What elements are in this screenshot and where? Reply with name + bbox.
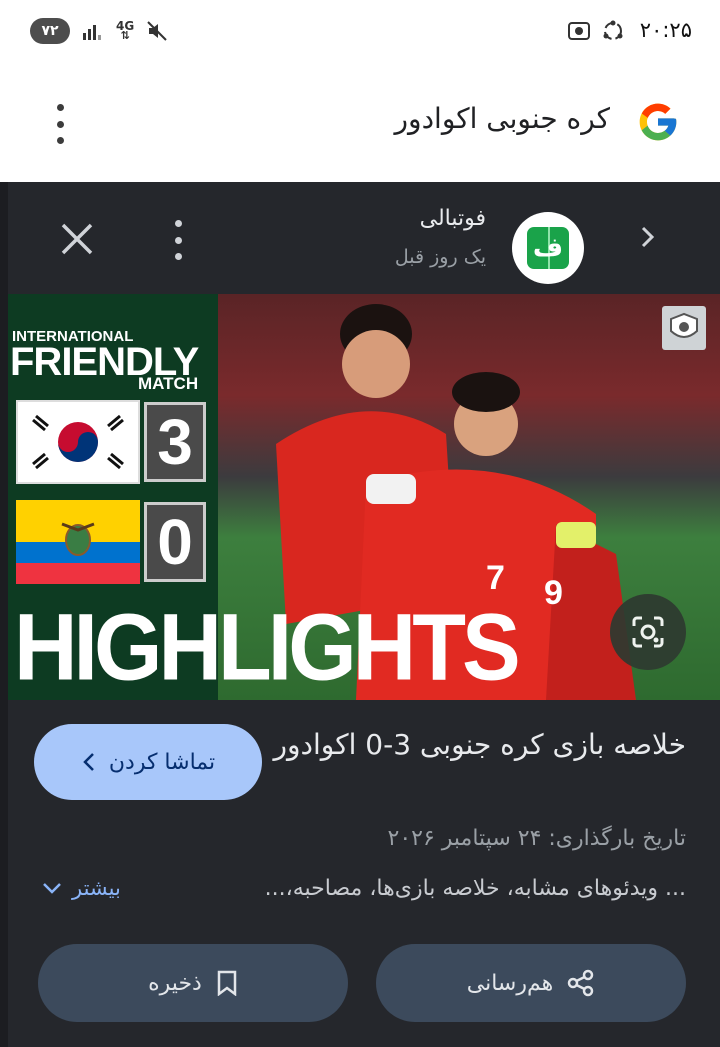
google-logo-icon[interactable] [636,100,680,144]
ecuador-flag-icon [16,500,140,584]
panel-more-options-icon[interactable] [164,220,192,260]
more-link-label: بیشتر [72,876,121,900]
search-query-text[interactable]: کره جنوبی اکوادور [395,102,610,135]
status-left: ۷۲ 4G ⇅ [30,18,168,44]
status-bar: ۷۲ 4G ⇅ ۲۰:۲۵ [0,0,720,66]
thumb-line-match: MATCH [138,374,199,393]
south-korea-flag-icon [16,400,140,484]
video-description: ... ویدئوهای مشابه، خلاصه بازی‌ها، مصاحب… [264,876,686,901]
battery-indicator: ۷۲ [30,18,70,44]
screen-record-icon [568,22,590,40]
video-title[interactable]: خلاصه بازی کره جنوبی 3-0 اکوادور [246,724,687,766]
watch-button[interactable]: تماشا کردن [34,724,262,800]
away-score: 0 [144,502,206,582]
panel-edge [0,182,8,1047]
status-right-icons [566,18,626,44]
status-time: ۲۰:۲۵ [639,18,692,42]
share-icon [567,969,594,997]
bookmark-icon [217,970,237,996]
watch-button-label: تماشا کردن [108,749,216,775]
more-link[interactable]: بیشتر [42,876,121,900]
source-name[interactable]: فوتبالی [420,206,486,231]
share-button-label: هم‌رسانی [466,970,554,996]
upload-date: تاریخ بارگذاری: ۲۴ سپتامبر ۲۰۲۶ [387,826,686,851]
sync-icon [603,20,623,40]
video-preview-panel: ف فوتبالی یک روز قبل 7 9 INTERNATIONAL F… [0,182,720,1047]
chevron-down-icon [43,883,61,894]
video-thumbnail[interactable]: 7 9 INTERNATIONAL FRIENDLY MATCH 3 0 HIG… [8,294,720,700]
search-header: کره جنوبی اکوادور [0,66,720,182]
chevron-right-icon[interactable] [634,224,660,250]
home-score: 3 [144,402,206,482]
thumb-highlights-text: HIGHLIGHTS [14,593,521,700]
share-button[interactable]: هم‌رسانی [376,944,686,1022]
chevron-left-icon [83,753,94,771]
close-icon[interactable] [58,220,96,258]
svg-text:9: 9 [544,574,563,612]
source-logo[interactable]: ف [512,212,584,284]
save-button[interactable]: ذخیره [38,944,348,1022]
football-field-icon: ف [527,227,569,269]
save-button-label: ذخیره [148,970,202,996]
source-time-ago: یک روز قبل [394,246,486,268]
google-lens-icon[interactable] [610,594,686,670]
channel-badge-icon [662,306,706,350]
mute-icon [147,21,167,41]
more-options-icon[interactable] [46,102,74,146]
network-type-icon: 4G ⇅ [116,19,135,42]
source-logo-letter: ف [532,233,564,263]
signal-icon [83,25,101,40]
